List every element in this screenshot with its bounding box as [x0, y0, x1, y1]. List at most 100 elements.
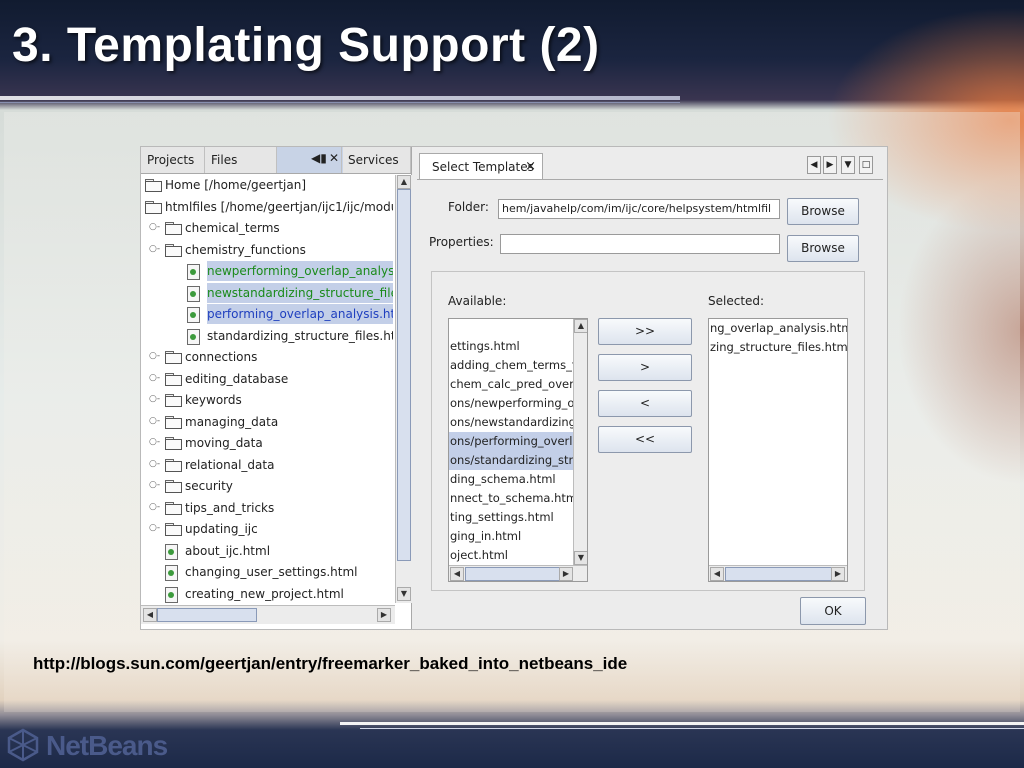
expand-icon[interactable]: ○-	[149, 481, 160, 490]
tree-folder-row[interactable]: ○- chemistry_functions	[141, 240, 393, 260]
tree-item-label: newstandardizing_structure_files	[207, 282, 393, 303]
nav-left-icon[interactable]: ◀	[807, 156, 821, 174]
tree-folder-row[interactable]: ○- managing_data	[141, 412, 393, 432]
scroll-up-icon[interactable]: ▲	[397, 175, 411, 189]
available-list[interactable]: ettings.html adding_chem_terms_fi chem_cal…	[448, 318, 588, 582]
available-list-item[interactable]: ding_schema.html	[449, 470, 573, 489]
remove-button[interactable]: <	[598, 390, 692, 417]
properties-field[interactable]	[500, 234, 780, 254]
available-scroll-right-icon[interactable]: ▶	[559, 567, 573, 581]
tree-folder-row[interactable]: ○- tips_and_tricks	[141, 498, 393, 518]
available-list-item[interactable]: oject.html	[449, 546, 573, 565]
available-list-item[interactable]: adding_chem_terms_fi	[449, 356, 573, 375]
properties-browse-button[interactable]: Browse	[787, 235, 859, 262]
tree-file-row[interactable]: newstandardizing_structure_files	[141, 282, 393, 303]
html-file-icon	[187, 264, 200, 280]
folder-icon	[165, 372, 182, 386]
tree-item-label: about_ijc.html	[185, 543, 271, 558]
available-list-item[interactable]: chem_calc_pred_overv	[449, 375, 573, 394]
nav-right-icon[interactable]: ▶	[823, 156, 837, 174]
available-scroll-left-icon[interactable]: ◀	[450, 567, 464, 581]
source-url[interactable]: http://blogs.sun.com/geertjan/entry/free…	[33, 654, 627, 674]
tree-folder-row[interactable]: ○- editing_database	[141, 369, 393, 389]
close-icon[interactable]: ✕	[329, 151, 339, 165]
expand-icon[interactable]: ○-	[149, 416, 160, 425]
tree-vertical-scrollbar[interactable]: ▲ ▼	[395, 175, 412, 603]
tree-file-row[interactable]: about_ijc.html	[141, 541, 393, 561]
folder-browse-button[interactable]: Browse	[787, 198, 859, 225]
maximize-icon[interactable]: □	[859, 156, 873, 174]
tree-scroll-thumb[interactable]	[397, 189, 411, 561]
tab-menu-icon[interactable]: ◀▮	[311, 151, 327, 165]
tab-files[interactable]: Files	[205, 147, 277, 173]
expand-icon[interactable]: ○-	[149, 524, 160, 533]
selected-scroll-right-icon[interactable]: ▶	[831, 567, 845, 581]
slide-title: 3. Templating Support (2)	[12, 19, 600, 72]
dropdown-icon[interactable]: ▼	[841, 156, 855, 174]
available-scroll-up-icon[interactable]: ▲	[574, 319, 587, 333]
available-list-item[interactable]: nnect_to_schema.html	[449, 489, 573, 508]
expand-icon[interactable]: ○-	[149, 502, 160, 511]
expand-icon[interactable]: ○-	[149, 352, 160, 361]
tree-folder-row[interactable]: ○- security	[141, 476, 393, 496]
tab-services[interactable]: Services	[341, 147, 411, 173]
tree-file-row[interactable]: changing_user_settings.html	[141, 562, 393, 582]
html-file-icon	[187, 285, 200, 302]
tree-file-row[interactable]: standardizing_structure_files.htm	[141, 326, 393, 346]
tab-select-templates[interactable]: Select Templates ×	[419, 153, 543, 179]
tree-folder-row[interactable]: ○- keywords	[141, 390, 393, 410]
tree-folder-row[interactable]: htmlfiles [/home/geertjan/ijc1/ijc/modu	[141, 197, 393, 217]
tree-hscroll-thumb[interactable]	[157, 608, 257, 622]
add-button[interactable]: >	[598, 354, 692, 381]
available-list-item[interactable]: ging_in.html	[449, 527, 573, 546]
folder-icon	[165, 437, 182, 450]
add-all-button[interactable]: >>	[598, 318, 692, 345]
folder-field[interactable]: hem/javahelp/com/im/ijc/core/helpsystem/…	[498, 199, 780, 219]
available-vertical-scrollbar[interactable]: ▲ ▼	[573, 319, 587, 565]
folder-icon	[165, 351, 182, 364]
remove-all-button[interactable]: <<	[598, 426, 692, 453]
tree-folder-row[interactable]: Home [/home/geertjan]	[141, 175, 393, 195]
available-hscroll-thumb[interactable]	[465, 567, 573, 581]
tree-item-label: connections	[185, 350, 258, 364]
properties-label: Properties:	[429, 235, 494, 249]
expand-icon[interactable]: ○-	[149, 438, 160, 447]
selected-scroll-left-icon[interactable]: ◀	[710, 567, 724, 581]
selected-hscroll-thumb[interactable]	[725, 567, 833, 581]
available-list-item[interactable]: ons/performing_overl	[449, 432, 573, 451]
folder-icon	[145, 200, 162, 214]
available-list-item[interactable]: ettings.html	[449, 337, 573, 356]
tree-file-row[interactable]: newperforming_overlap_analysis.	[141, 261, 393, 281]
selected-list-item[interactable]: ng_overlap_analysis.html	[709, 319, 847, 338]
scroll-down-icon[interactable]: ▼	[397, 587, 411, 601]
tree-folder-row[interactable]: ○- updating_ijc	[141, 519, 393, 539]
available-scroll-down-icon[interactable]: ▼	[574, 551, 587, 565]
tab-projects[interactable]: Projects	[141, 147, 205, 173]
available-horizontal-scrollbar[interactable]: ◀ ▶	[449, 565, 587, 581]
tree-folder-row[interactable]: ○- connections	[141, 347, 393, 367]
expand-icon[interactable]: ○-	[149, 459, 160, 468]
tree-folder-row[interactable]: ○- chemical_terms	[141, 218, 393, 238]
tree-file-row[interactable]: creating_new_project.html	[141, 584, 393, 604]
scroll-left-icon[interactable]: ◀	[143, 608, 157, 622]
selected-list[interactable]: ng_overlap_analysis.html zing_structure_f…	[708, 318, 848, 582]
tree-folder-row[interactable]: ○- moving_data	[141, 433, 393, 453]
tree-file-row[interactable]: performing_overlap_analysis.htm	[141, 304, 393, 324]
available-list-item[interactable]: ons/newperforming_o	[449, 394, 573, 413]
tree-horizontal-scrollbar[interactable]: ◀ ▶	[141, 605, 395, 624]
selected-horizontal-scrollbar[interactable]: ◀ ▶	[709, 565, 847, 581]
folder-icon	[145, 179, 162, 192]
tree-item-label: managing_data	[185, 414, 279, 429]
available-list-item[interactable]: ons/standardizing_str	[449, 451, 573, 470]
expand-icon[interactable]: ○-	[149, 223, 160, 232]
available-list-item[interactable]: ons/newstandardizing	[449, 413, 573, 432]
close-tab-icon[interactable]: ×	[525, 154, 536, 180]
collapse-icon[interactable]: ○-	[149, 244, 160, 253]
expand-icon[interactable]: ○-	[149, 373, 160, 382]
tree-folder-row[interactable]: ○- relational_data	[141, 455, 393, 475]
ok-button[interactable]: OK	[800, 597, 866, 625]
selected-list-item[interactable]: zing_structure_files.html	[709, 338, 847, 357]
scroll-right-icon[interactable]: ▶	[377, 608, 391, 622]
available-list-item[interactable]: ting_settings.html	[449, 508, 573, 527]
expand-icon[interactable]: ○-	[149, 395, 160, 404]
